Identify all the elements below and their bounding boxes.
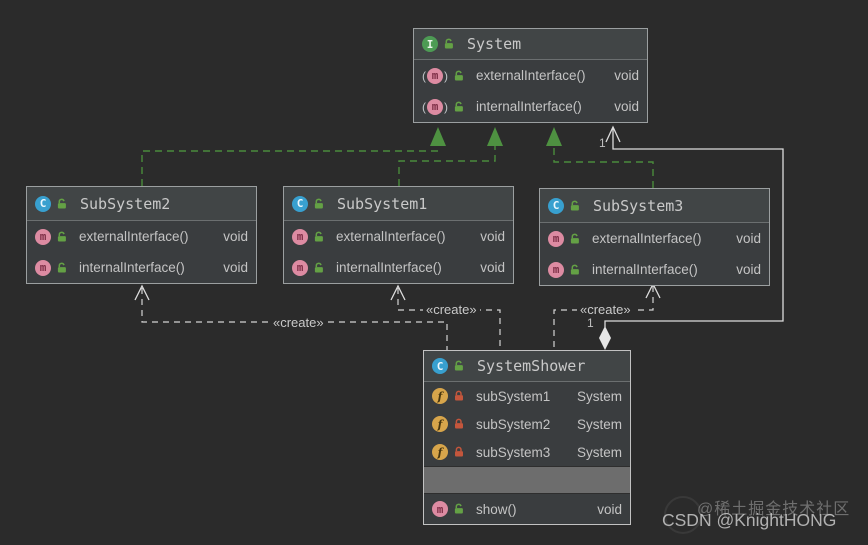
- public-lock-icon: [444, 38, 453, 49]
- class-title: SubSystem1: [337, 194, 428, 213]
- member-name: internalInterface(): [592, 262, 698, 277]
- field-row[interactable]: f subSystem2 System: [424, 410, 630, 438]
- method-icon: m: [432, 501, 448, 517]
- watermark-csdn: CSDN @KnightHONG: [662, 510, 837, 530]
- class-box-system[interactable]: I System m externalInterface() void m in…: [413, 28, 648, 123]
- create-label-subsystem1: «create»: [423, 302, 480, 317]
- member-name: internalInterface(): [79, 260, 185, 275]
- field-icon: f: [432, 444, 448, 460]
- class-box-systemshower[interactable]: C SystemShower f subSystem1 System f sub…: [423, 350, 631, 525]
- member-type: System: [576, 388, 622, 404]
- public-lock-icon: [454, 101, 463, 111]
- create-label-subsystem2: «create»: [270, 315, 327, 330]
- member-name: externalInterface(): [476, 68, 586, 83]
- method-row[interactable]: m show() void: [424, 494, 630, 524]
- class-icon: C: [35, 195, 51, 212]
- field-row[interactable]: f subSystem1 System: [424, 382, 630, 410]
- member-type: System: [576, 444, 622, 460]
- multiplicity-label-top: 1: [599, 136, 606, 150]
- method-icon: m: [292, 259, 308, 276]
- member-type: System: [576, 416, 622, 432]
- edge-realization-subsystem2-system[interactable]: [141, 127, 446, 186]
- member-type: void: [223, 229, 248, 244]
- method-icon: m: [548, 230, 564, 247]
- class-icon: C: [432, 358, 448, 374]
- member-name: externalInterface(): [592, 231, 702, 246]
- class-title: SubSystem3: [593, 196, 684, 215]
- edge-create-systemshower-subsystem1[interactable]: [390, 284, 501, 350]
- member-type: void: [736, 262, 761, 277]
- class-header-system[interactable]: I System: [414, 29, 647, 60]
- class-box-subsystem3[interactable]: C SubSystem3 m externalInterface() void …: [539, 188, 770, 286]
- class-header-subsystem2[interactable]: C SubSystem2: [27, 187, 256, 221]
- member-type: void: [480, 229, 505, 244]
- private-lock-icon: [455, 418, 463, 429]
- public-lock-icon: [454, 360, 463, 371]
- private-lock-icon: [455, 390, 463, 401]
- member-name: externalInterface(): [79, 229, 189, 244]
- member-type: void: [736, 231, 761, 246]
- create-label-subsystem3: «create»: [577, 302, 634, 317]
- class-header-subsystem3[interactable]: C SubSystem3: [540, 189, 769, 223]
- method-row[interactable]: m externalInterface() void: [414, 60, 647, 91]
- public-lock-icon: [454, 70, 463, 80]
- fields-methods-separator: [424, 466, 630, 494]
- field-row[interactable]: f subSystem3 System: [424, 438, 630, 466]
- public-lock-icon: [314, 262, 323, 272]
- member-name: internalInterface(): [476, 99, 582, 114]
- method-icon: m: [35, 259, 51, 276]
- method-row[interactable]: m externalInterface() void: [27, 221, 256, 252]
- class-title: System: [467, 35, 522, 53]
- public-lock-icon: [314, 198, 323, 208]
- member-name: subSystem3: [476, 444, 551, 460]
- public-lock-icon: [570, 233, 579, 243]
- method-row[interactable]: m externalInterface() void: [540, 223, 769, 254]
- interface-icon: I: [422, 36, 438, 52]
- abstract-method-icon: m: [422, 67, 448, 84]
- class-title: SystemShower: [477, 357, 586, 375]
- public-lock-icon: [314, 231, 323, 241]
- multiplicity-label-bottom: 1: [587, 316, 594, 330]
- class-header-subsystem1[interactable]: C SubSystem1: [284, 187, 513, 221]
- member-type: void: [223, 260, 248, 275]
- public-lock-icon: [454, 503, 463, 514]
- public-lock-icon: [570, 200, 579, 210]
- method-row[interactable]: m internalInterface() void: [284, 252, 513, 283]
- class-header-systemshower[interactable]: C SystemShower: [424, 351, 630, 382]
- field-icon: f: [432, 388, 448, 404]
- member-type: void: [614, 99, 639, 114]
- class-box-subsystem2[interactable]: C SubSystem2 m externalInterface() void …: [26, 186, 257, 284]
- method-icon: m: [548, 261, 564, 278]
- method-icon: m: [292, 228, 308, 245]
- method-row[interactable]: m internalInterface() void: [540, 254, 769, 285]
- member-name: subSystem1: [476, 388, 551, 404]
- private-lock-icon: [455, 446, 463, 457]
- public-lock-icon: [57, 262, 66, 272]
- public-lock-icon: [57, 231, 66, 241]
- member-name: subSystem2: [476, 416, 551, 432]
- method-row[interactable]: m externalInterface() void: [284, 221, 513, 252]
- class-box-subsystem1[interactable]: C SubSystem1 m externalInterface() void …: [283, 186, 514, 284]
- class-icon: C: [292, 195, 308, 212]
- uml-diagram-canvas: «create» «create» «create» 1 1 I System …: [0, 0, 868, 545]
- class-icon: C: [548, 197, 564, 214]
- public-lock-icon: [57, 198, 66, 208]
- member-type: void: [614, 68, 639, 83]
- edge-realization-subsystem1-system[interactable]: [398, 127, 503, 186]
- method-row[interactable]: m internalInterface() void: [27, 252, 256, 283]
- member-name: show(): [476, 501, 517, 517]
- member-type: void: [480, 260, 505, 275]
- public-lock-icon: [570, 264, 579, 274]
- member-name: externalInterface(): [336, 229, 446, 244]
- field-icon: f: [432, 416, 448, 432]
- abstract-method-icon: m: [422, 98, 448, 115]
- method-icon: m: [35, 228, 51, 245]
- class-title: SubSystem2: [80, 194, 171, 213]
- method-row[interactable]: m internalInterface() void: [414, 91, 647, 122]
- member-name: internalInterface(): [336, 260, 442, 275]
- member-type: void: [597, 501, 622, 517]
